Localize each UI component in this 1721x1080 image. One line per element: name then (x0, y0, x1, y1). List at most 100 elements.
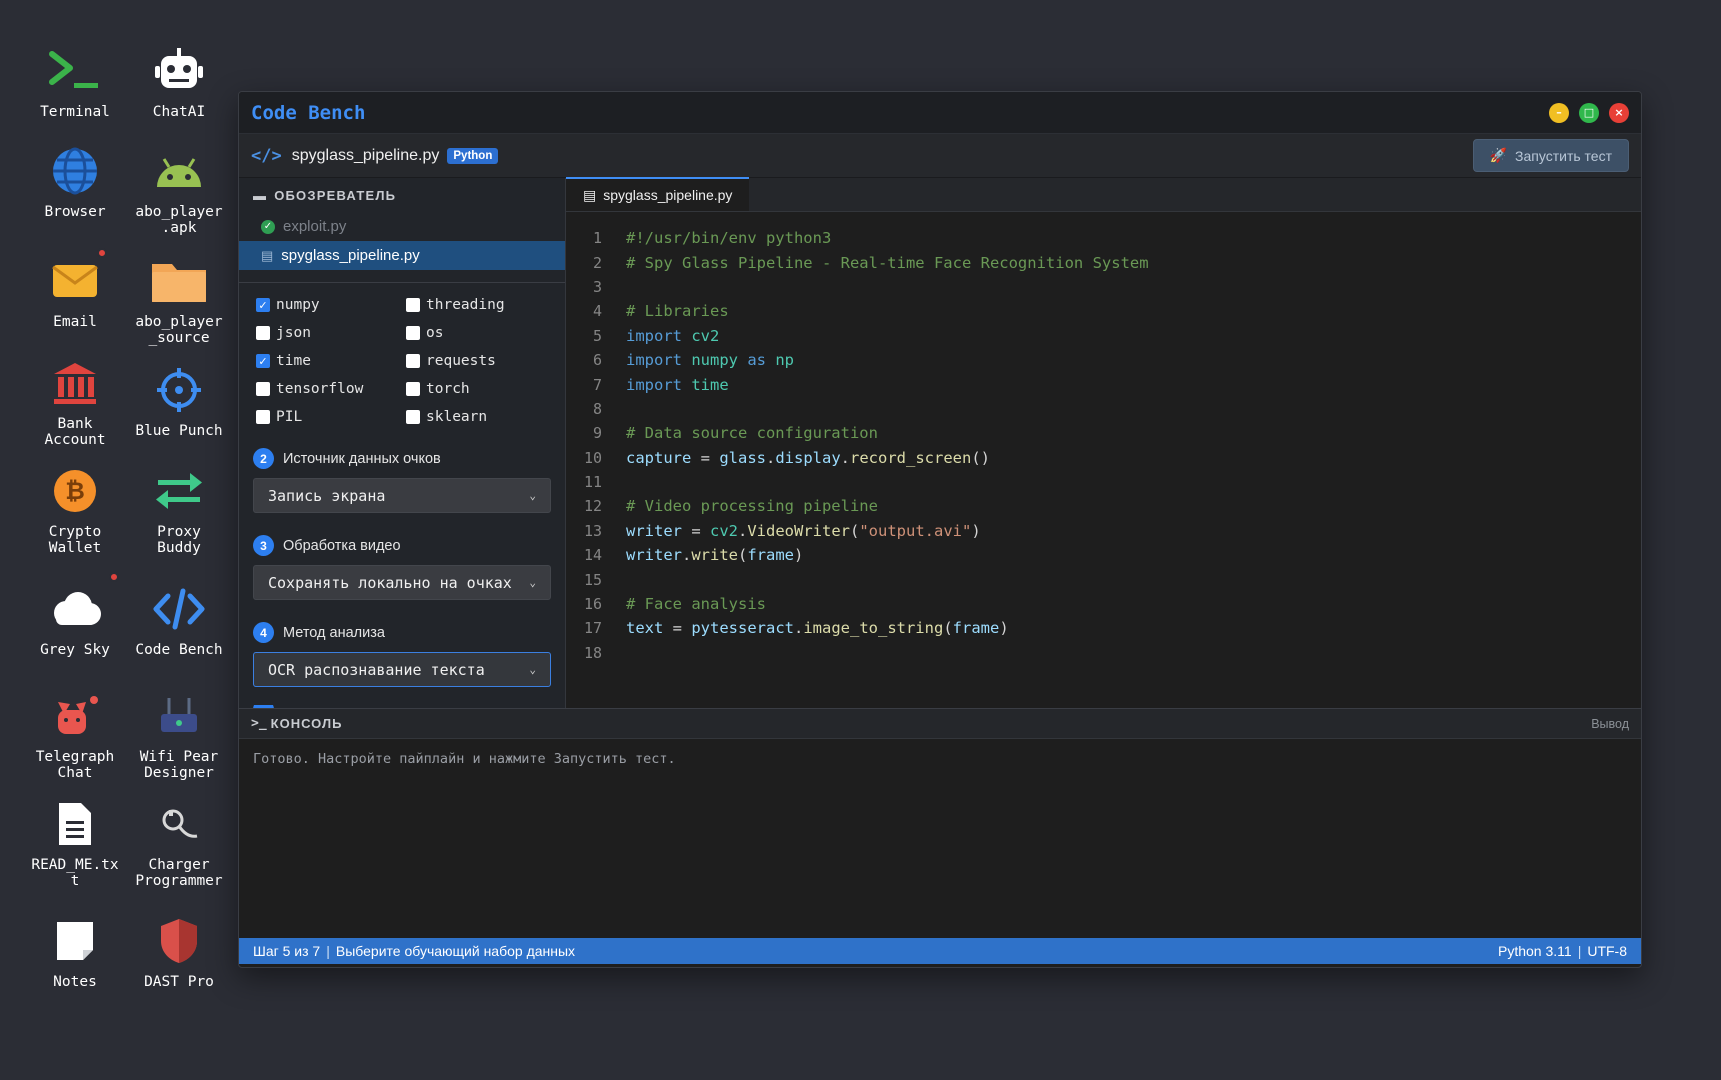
checkbox[interactable] (406, 382, 420, 396)
lib-pil[interactable]: PIL (256, 408, 406, 426)
run-test-button[interactable]: 🚀 Запустить тест (1472, 139, 1629, 172)
rocket-icon: 🚀 (1489, 147, 1508, 163)
desktop-icon-abo-player-apk[interactable]: abo_player .apk (130, 140, 228, 236)
checkbox[interactable] (406, 354, 420, 368)
desktop-icon-bank-account[interactable]: Bank Account (26, 352, 124, 448)
step-title: Метод анализа (283, 624, 385, 641)
code-text: ( (850, 521, 860, 540)
desktop-icon-crypto-wallet[interactable]: ₿ Crypto Wallet (26, 460, 124, 556)
lib-time[interactable]: ✓ time (256, 352, 406, 370)
code-area[interactable]: 1 #!/usr/bin/env python3 2 # Spy Glass Pip… (566, 212, 1641, 665)
lib-os[interactable]: os (406, 324, 556, 342)
checkbox[interactable] (406, 298, 420, 312)
desktop-icon-code-bench[interactable]: Code Bench (130, 578, 228, 658)
desktop-icon-label: READ_ME.tx t (31, 857, 119, 889)
lib-label: requests (426, 353, 496, 369)
code-text: "output.avi" (859, 521, 972, 540)
line-number: 12 (583, 497, 602, 516)
code-line: 18 (566, 641, 1641, 665)
checkbox[interactable] (406, 326, 420, 340)
terminal-prompt-icon: >_ (251, 716, 267, 731)
desktop-icon-abo-player-source[interactable]: abo_player _source (130, 250, 228, 346)
console-output-label[interactable]: Вывод (1591, 717, 1629, 731)
desktop-icon-terminal[interactable]: Terminal (26, 40, 124, 120)
step-number: 2 (253, 448, 274, 469)
close-button[interactable]: × (1609, 102, 1629, 123)
desktop-icon-wifi-pear-designer[interactable]: Wifi Pear Designer (130, 685, 228, 781)
tab-label: spyglass_pipeline.py (603, 187, 733, 203)
data-source-select[interactable]: Запись экрана ⌄ (253, 478, 551, 513)
desktop-icon-telegraph-chat[interactable]: Telegraph Chat (26, 685, 124, 781)
lib-label: sklearn (426, 409, 488, 425)
code-text: as (747, 351, 776, 370)
file-item-spyglass[interactable]: ▤ spyglass_pipeline.py (239, 241, 565, 270)
lib-torch[interactable]: torch (406, 380, 556, 398)
code-text: . (840, 448, 851, 467)
lib-json[interactable]: json (256, 324, 406, 342)
code-text: # Video processing pipeline (626, 497, 878, 516)
code-text: import (626, 351, 692, 370)
checkbox[interactable] (256, 382, 270, 396)
maximize-button[interactable]: □ (1579, 102, 1599, 123)
code-text: ( (943, 619, 953, 638)
divider: | (1577, 943, 1582, 959)
code-text: glass (719, 448, 766, 467)
current-filename: spyglass_pipeline.py (291, 146, 440, 164)
tab-spyglass-pipeline[interactable]: ▤ spyglass_pipeline.py (566, 177, 750, 211)
step-number (253, 705, 274, 708)
robot-icon (146, 40, 212, 102)
checkbox[interactable]: ✓ (256, 354, 270, 368)
lib-requests[interactable]: requests (406, 352, 556, 370)
desktop-icon-label: Email (53, 314, 97, 330)
window-titlebar[interactable]: Code Bench – □ × (239, 92, 1641, 134)
checkbox[interactable] (256, 326, 270, 340)
file-icon: ▤ (261, 247, 274, 263)
desktop-icon-label: Bank Account (44, 416, 106, 448)
desktop-icon-blue-punch[interactable]: Blue Punch (130, 359, 228, 439)
code-text: () (971, 448, 991, 467)
status-python-version: Python 3.11 (1498, 943, 1572, 959)
lib-numpy[interactable]: ✓ numpy (256, 296, 406, 314)
code-text: import (626, 375, 692, 394)
code-text: ( (738, 546, 748, 565)
step-title: Источник данных очков (283, 450, 441, 467)
desktop-icon-charger-programmer[interactable]: Charger Programmer (130, 793, 228, 889)
folder-icon: ▬ (253, 187, 268, 203)
checkbox[interactable] (406, 410, 420, 424)
lib-threading[interactable]: threading (406, 296, 556, 314)
lib-sklearn[interactable]: sklearn (406, 408, 556, 426)
desktop-icon-readme[interactable]: READ_ME.tx t (26, 793, 124, 889)
video-processing-select[interactable]: Сохранять локально на очках ⌄ (253, 565, 551, 600)
desktop-icon-label: Code Bench (135, 642, 223, 658)
minimize-button[interactable]: – (1549, 102, 1569, 123)
desktop-icon-label: Charger Programmer (135, 857, 223, 889)
desktop-icon-grey-sky[interactable]: Grey Sky (26, 578, 124, 658)
desktop-icon-label: Grey Sky (40, 642, 110, 658)
checkbox[interactable]: ✓ (256, 298, 270, 312)
code-text: numpy (691, 351, 748, 370)
file-item-exploit[interactable]: ✓ exploit.py (239, 212, 565, 241)
desktop-icon-proxy-buddy[interactable]: Proxy Buddy (130, 460, 228, 556)
notification-dot (109, 572, 119, 582)
lib-label: os (426, 325, 444, 341)
code-text: # Spy Glass Pipeline - Real-time Face Re… (626, 253, 1149, 272)
analysis-method-select[interactable]: OCR распознавание текста ⌄ (253, 652, 551, 687)
line-number: 9 (592, 424, 602, 443)
code-text: = (663, 619, 692, 638)
code-text: frame (952, 619, 1000, 638)
desktop-icon-browser[interactable]: Browser (26, 140, 124, 220)
checkbox[interactable] (256, 410, 270, 424)
pipeline-config: ✓ numpy threading json os ✓ time requests … (239, 282, 565, 708)
status-bar: Шаг 5 из 7 | Выберите обучающий набор да… (239, 938, 1641, 964)
lib-tensorflow[interactable]: tensorflow (256, 380, 406, 398)
code-text: = (682, 521, 710, 540)
desktop-icon-label: Telegraph Chat (35, 749, 115, 781)
code-text: import (626, 326, 692, 345)
desktop-icon-dast-pro[interactable]: DAST Pro (130, 910, 228, 990)
mail-icon (42, 250, 108, 312)
desktop-icon-notes[interactable]: Notes (26, 910, 124, 990)
desktop-icon-email[interactable]: Email (26, 250, 124, 330)
editor-tabs: ▤ spyglass_pipeline.py (566, 177, 1641, 212)
desktop-icon-chatai[interactable]: ChatAI (130, 40, 228, 120)
code-line: 11 (566, 470, 1641, 494)
